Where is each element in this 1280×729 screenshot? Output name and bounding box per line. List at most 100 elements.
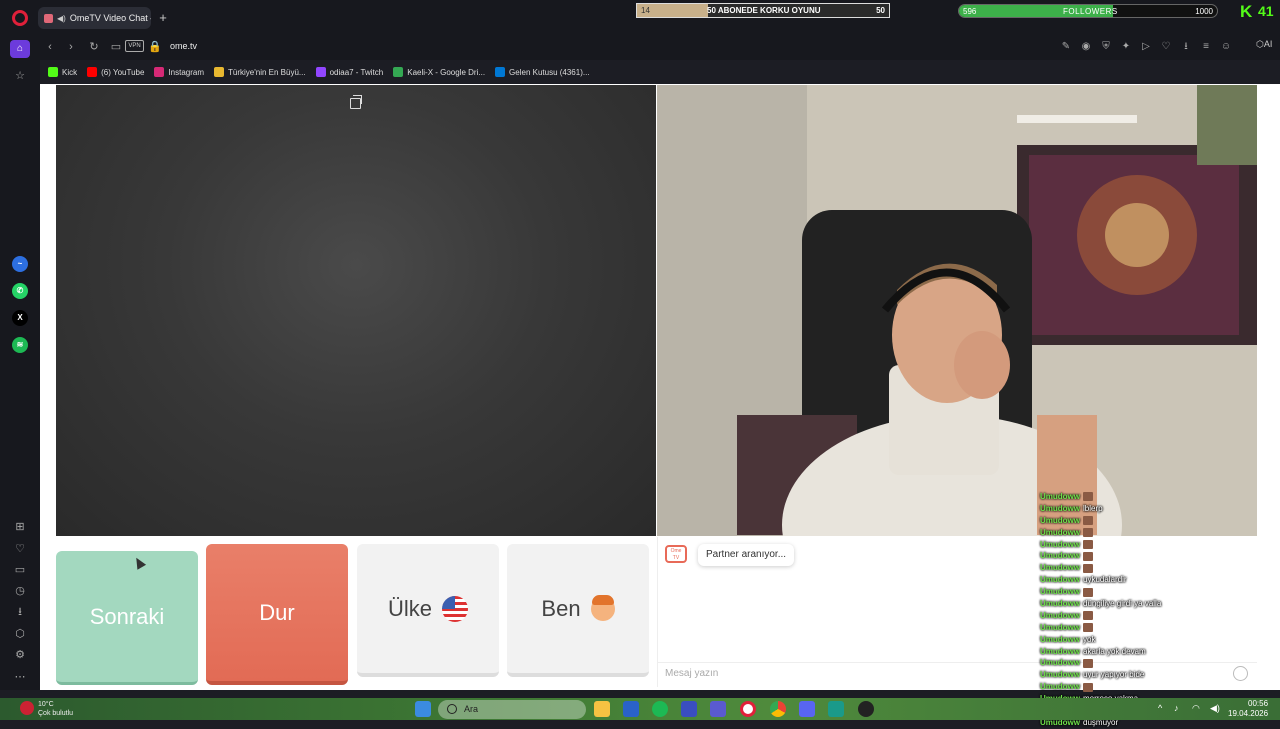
clock[interactable]: 00:56 19.04.2026 xyxy=(1228,699,1268,719)
lock-icon[interactable]: 🔒 xyxy=(148,40,162,54)
opera-taskbar-icon[interactable] xyxy=(740,701,756,717)
message-placeholder[interactable]: Mesaj yazın xyxy=(665,668,718,679)
chat-username: Umudoww xyxy=(1040,682,1080,692)
tabs-icon[interactable]: ▭ xyxy=(12,562,28,578)
home-icon[interactable]: ⌂ xyxy=(10,40,30,58)
x-icon[interactable]: X xyxy=(12,310,28,326)
discord-icon[interactable] xyxy=(799,701,815,717)
obs-icon[interactable] xyxy=(858,701,874,717)
settings-gear-icon[interactable]: ⚙ xyxy=(12,647,28,663)
stream-chat-line: Umudoww xyxy=(1040,586,1240,598)
chat-emote-icon xyxy=(1083,623,1093,633)
chat-username: Umudoww xyxy=(1040,610,1080,620)
stop-button[interactable]: Dur xyxy=(206,544,348,685)
chat-message: lblerp xyxy=(1083,503,1103,513)
messenger-icon[interactable]: ~ xyxy=(12,256,28,272)
ometv-favicon-icon xyxy=(44,13,53,23)
chrome-icon[interactable] xyxy=(770,701,786,717)
stream-chat-line: Umudoww uyur yapıyor bide xyxy=(1040,669,1240,681)
new-tab-plus-icon[interactable]: + xyxy=(156,11,170,25)
easy-setup-icon[interactable]: ▭ xyxy=(109,40,123,54)
profile-icon[interactable]: ☺ xyxy=(1219,40,1233,54)
spotify-icon[interactable]: ≋ xyxy=(12,337,28,353)
tab-ometv[interactable]: ◀) OmeTV Video Chat – xyxy=(38,7,151,29)
next-button-label: Sonraki xyxy=(89,603,165,629)
bookmark-item[interactable]: Türkiye'nin En Büyü... xyxy=(214,67,306,77)
ai-button[interactable]: ⬡AI xyxy=(1256,39,1272,50)
app-icon[interactable] xyxy=(681,701,697,717)
bookmark-item[interactable]: Instagram xyxy=(154,67,204,77)
chat-emote-icon xyxy=(1083,516,1093,526)
next-button[interactable]: Sonraki xyxy=(56,551,198,685)
chat-message: yok xyxy=(1083,634,1096,644)
shield-icon[interactable]: ⛨ xyxy=(1099,40,1113,54)
extension-icon[interactable]: ✦ xyxy=(1119,40,1133,54)
capture-icon[interactable] xyxy=(828,701,844,717)
bookmark-item[interactable]: odiaa7 - Twitch xyxy=(315,67,384,77)
chat-username: Umudoww xyxy=(1040,515,1080,525)
webcam-scene xyxy=(657,85,1257,536)
chat-username: Umudoww xyxy=(1040,658,1080,668)
player-icon[interactable]: ▷ xyxy=(1139,40,1153,54)
camera-icon[interactable]: ◉ xyxy=(1079,40,1093,54)
stream-chat-line: Umudoww xyxy=(1040,515,1240,527)
opera-logo-icon[interactable] xyxy=(12,10,28,26)
tray-chevron-icon[interactable]: ^ xyxy=(1158,703,1162,713)
wifi-icon[interactable]: ◠ xyxy=(1192,703,1200,714)
history-icon[interactable]: ◷ xyxy=(12,583,28,599)
weather-desc: Çok bulutlu xyxy=(38,710,74,717)
bookmark-item[interactable]: (6) YouTube xyxy=(87,67,144,77)
box-icon[interactable]: ⬡ xyxy=(12,626,28,642)
bookmark-item[interactable]: Kick xyxy=(48,67,77,77)
weather-icon[interactable] xyxy=(20,701,34,715)
file-explorer-icon[interactable] xyxy=(594,701,610,717)
chat-emote-icon xyxy=(1083,658,1093,668)
heart-icon[interactable]: ♡ xyxy=(1159,40,1173,54)
bookmark-item[interactable]: Kaeli-X - Google Dri... xyxy=(393,67,485,77)
workspaces-icon[interactable]: ⊞ xyxy=(12,519,28,535)
more-icon[interactable]: ⋯ xyxy=(12,669,28,685)
forward-icon[interactable]: › xyxy=(64,40,78,54)
back-icon[interactable]: ‹ xyxy=(43,40,57,54)
menu-icon[interactable]: ≡ xyxy=(1199,40,1213,54)
stream-chat-line: Umudoww xyxy=(1040,491,1240,503)
chat-message: düngiliye girdi ya valla xyxy=(1083,598,1162,608)
chat-message: uyur yapıyor bide xyxy=(1083,670,1145,680)
start-windows-icon[interactable] xyxy=(415,701,431,717)
country-button[interactable]: Ülke xyxy=(357,544,499,677)
edit-icon[interactable]: ✎ xyxy=(1059,40,1073,54)
vpn-badge[interactable]: VPN xyxy=(125,40,144,52)
taskbar-search[interactable]: Ara xyxy=(438,700,586,719)
bookmark-label: Instagram xyxy=(168,67,204,77)
chat-username: Umudoww xyxy=(1040,563,1080,573)
bookmark-item[interactable]: Gelen Kutusu (4361)... xyxy=(495,67,590,77)
chat-emote-icon xyxy=(1083,682,1093,692)
url-field[interactable]: ome.tv xyxy=(170,41,197,51)
me-button-label: Ben xyxy=(541,595,581,621)
popout-icon[interactable] xyxy=(350,95,362,109)
clock-time: 00:56 xyxy=(1248,699,1269,708)
download-icon[interactable]: ⭳ xyxy=(1179,40,1193,54)
bookmark-favicon-icon xyxy=(48,67,58,77)
volume-icon[interactable]: ◀) xyxy=(1210,703,1220,714)
partner-video-static xyxy=(56,85,656,536)
favorites-icon[interactable]: ♡ xyxy=(12,541,28,557)
reload-icon[interactable]: ↻ xyxy=(87,40,101,54)
spotify-taskbar-icon[interactable] xyxy=(652,701,668,717)
chat-username: Umudoww xyxy=(1040,622,1080,632)
bookmark-label: odiaa7 - Twitch xyxy=(329,67,384,77)
chat-username: Umudoww xyxy=(1040,551,1080,561)
speaker-icon[interactable]: ◀) xyxy=(57,14,66,23)
whatsapp-icon[interactable]: ✆ xyxy=(12,283,28,299)
teams-icon[interactable] xyxy=(710,701,726,717)
boy-face-icon xyxy=(590,594,615,621)
chat-message: uykudalardir xyxy=(1083,575,1127,585)
weather-widget[interactable]: 10°C Çok bulutlu xyxy=(38,700,73,718)
downloads-icon[interactable]: ⭳ xyxy=(12,604,28,620)
store-icon[interactable] xyxy=(623,701,639,717)
star-icon[interactable]: ☆ xyxy=(12,68,28,84)
me-button[interactable]: Ben xyxy=(507,544,649,677)
mic-icon[interactable]: ♪ xyxy=(1174,703,1179,713)
stream-chat-line: Umudoww xyxy=(1040,610,1240,622)
bookmark-favicon-icon xyxy=(315,67,326,77)
